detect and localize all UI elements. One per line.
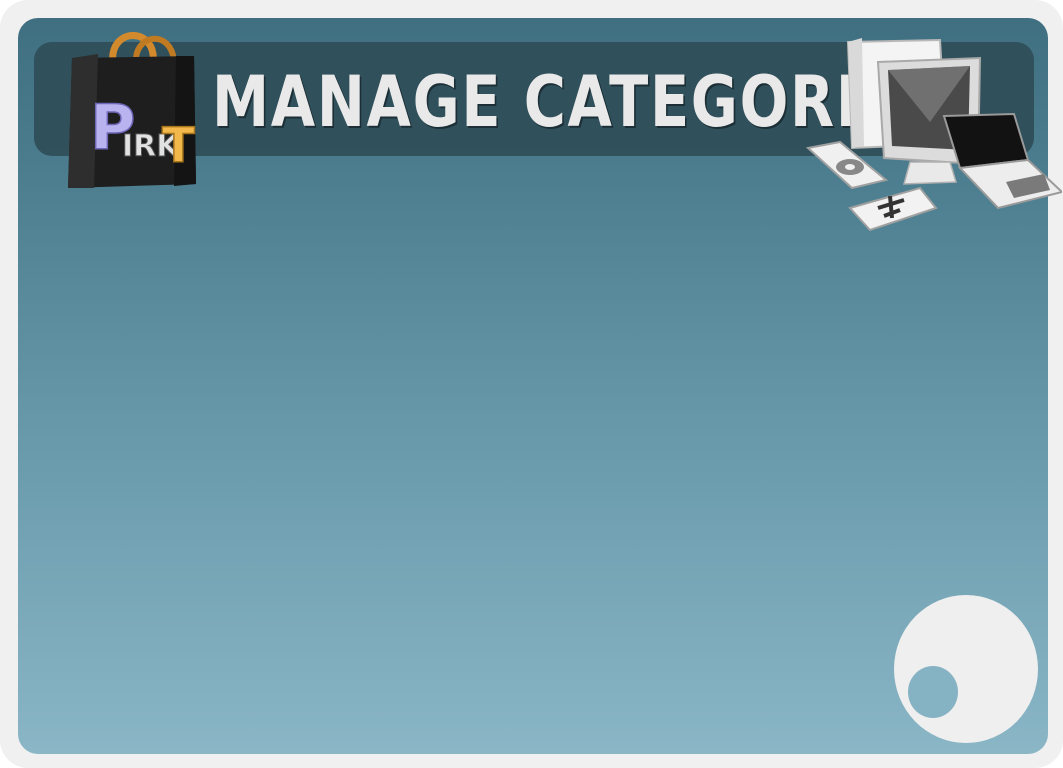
computer-devices-icon (805, 38, 1062, 232)
circle-decoration-inner (908, 666, 958, 718)
logo-letter-t: T (162, 118, 195, 174)
circle-decoration (894, 595, 1038, 743)
shopping-bag-icon: P IRK T (68, 32, 196, 188)
page-title: MANAGE CATEGORIS (212, 61, 902, 143)
